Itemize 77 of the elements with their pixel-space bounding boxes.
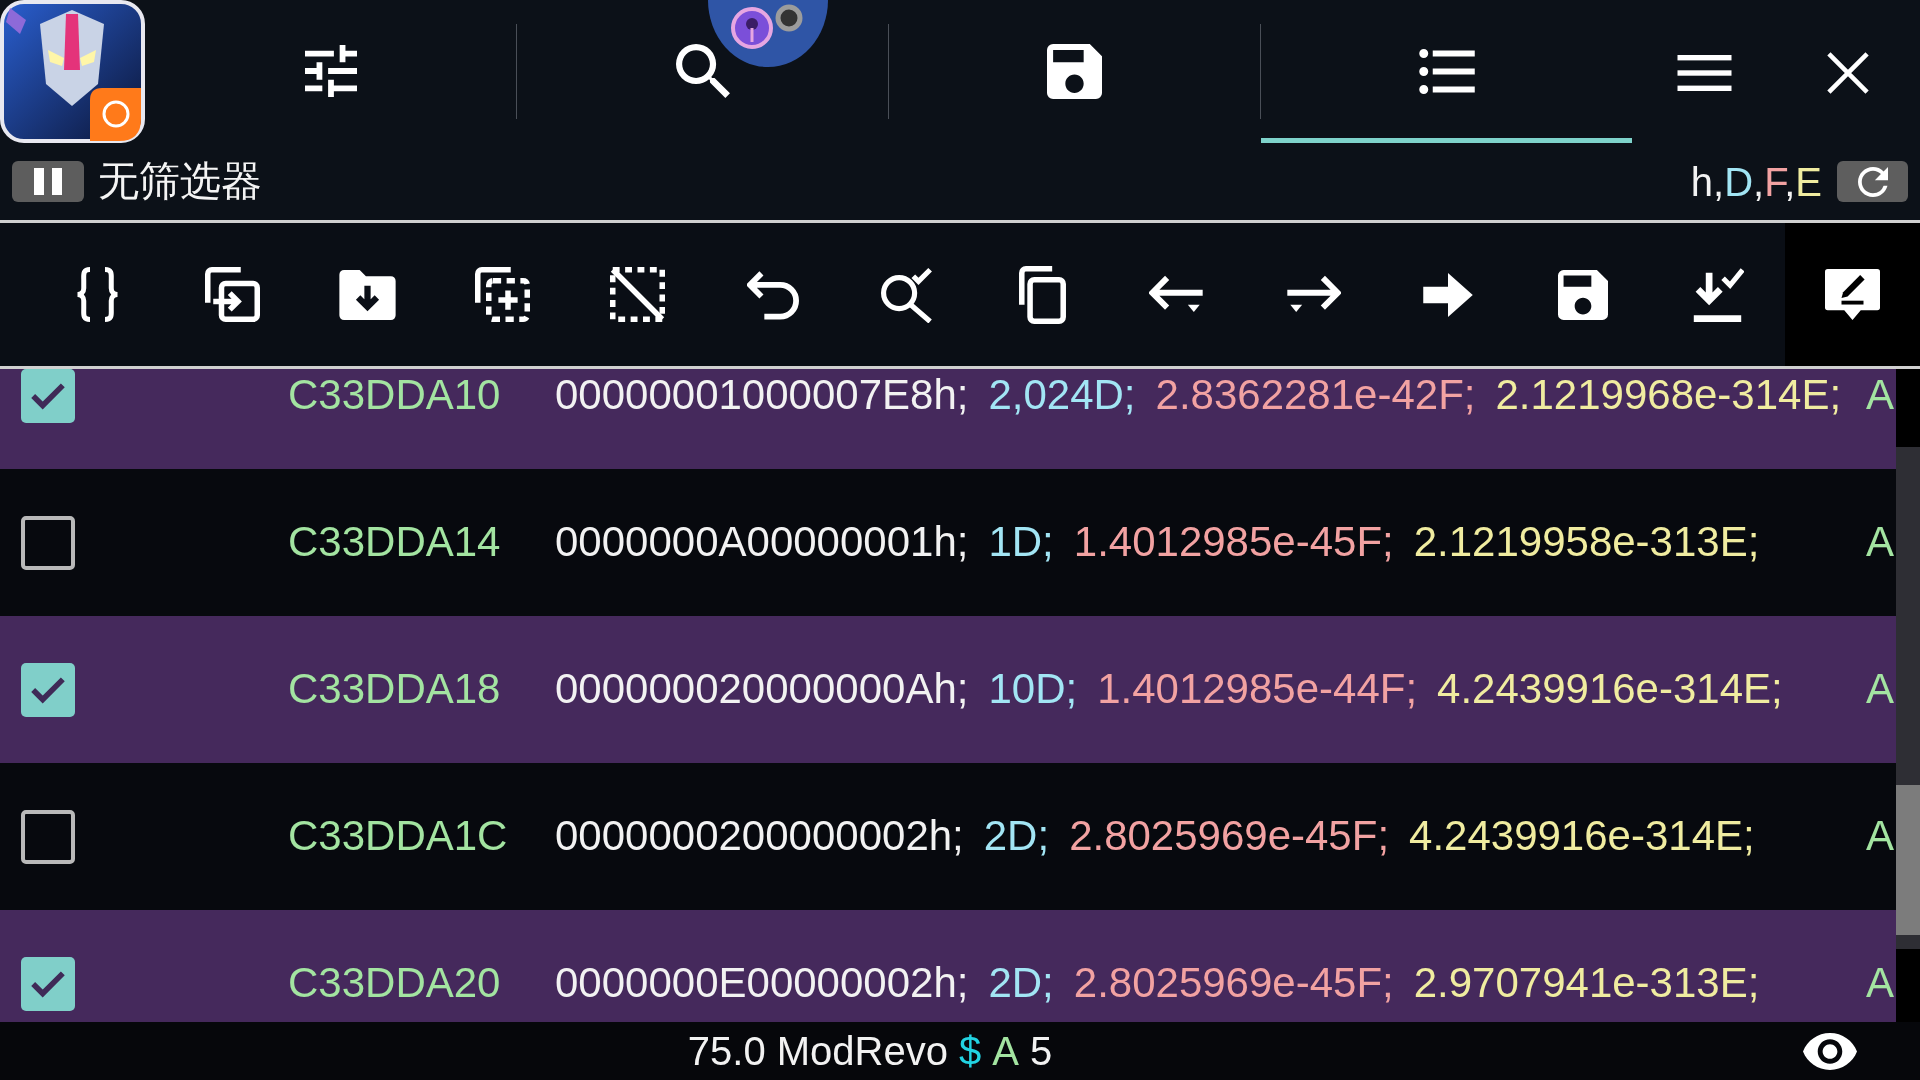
double-value: 2.1219958e-313E; <box>1413 518 1760 567</box>
undo-icon[interactable] <box>746 269 799 320</box>
hex-value: 000000020000000Ah; <box>555 665 969 714</box>
pencil-bubble-icon <box>1825 269 1880 320</box>
app-icon[interactable] <box>0 0 145 143</box>
double-value: 2.9707941e-313E; <box>1413 959 1760 1008</box>
floating-bubble-icon[interactable] <box>708 0 828 67</box>
checkbox[interactable] <box>21 369 75 423</box>
squares-arrow-icon[interactable] <box>205 267 260 322</box>
pause-button[interactable] <box>12 161 84 202</box>
dword-value: 2,024D; <box>988 371 1136 420</box>
selection-plus-icon[interactable] <box>475 267 530 322</box>
checkbox[interactable] <box>21 956 75 1011</box>
folder-download-icon[interactable] <box>339 269 396 320</box>
search-icon <box>675 44 730 98</box>
check-icon <box>30 381 66 410</box>
arrow-left-icon[interactable] <box>1149 274 1206 315</box>
type-text: A <box>1866 665 1894 714</box>
arrow-right-icon[interactable] <box>1284 274 1341 315</box>
edit-button[interactable] <box>1785 223 1920 366</box>
type-text: A <box>1866 518 1894 567</box>
result-row[interactable]: C33DDA18 000000020000000Ah; 10D; 1.4012985e-44F; 4.2439916e-314E; A <box>0 616 1896 763</box>
float-value: 1.4012985e-45F; <box>1073 518 1394 567</box>
checkbox[interactable] <box>21 809 75 864</box>
float-value: 1.4012985e-44F; <box>1097 665 1418 714</box>
type-text: A <box>1866 812 1894 861</box>
count-text: 5 <box>1029 1028 1053 1074</box>
download-check-icon[interactable] <box>1691 266 1744 323</box>
float-value: 2.8025969e-45F; <box>1069 812 1390 861</box>
checkbox[interactable] <box>21 515 75 570</box>
address-text: C33DDA20 <box>288 959 502 1008</box>
dollar-text: $ <box>959 1028 982 1074</box>
dword-value: 1D; <box>988 518 1054 567</box>
hex-value: 0000000200000002h; <box>555 812 964 861</box>
scrollbar[interactable] <box>1896 447 1920 949</box>
version-text: 75.0 ModRevo <box>687 1028 948 1074</box>
address-text: C33DDA1C <box>288 812 509 861</box>
hex-value: 00000001000007E8h; <box>555 371 969 420</box>
hex-value: 0000000E00000002h; <box>555 959 969 1008</box>
double-value: 2.1219968e-314E; <box>1495 371 1842 420</box>
hex-value: 0000000A00000001h; <box>555 518 969 567</box>
result-row[interactable]: C33DDA1C 0000000200000002h; 2D; 2.8025969e-45F; 4.2439916e-314E; A <box>0 763 1896 910</box>
checkbox[interactable] <box>21 662 75 717</box>
copy-icon[interactable] <box>1019 265 1066 324</box>
close-icon[interactable] <box>1827 51 1869 94</box>
result-row[interactable]: C33DDA14 0000000A00000001h; 1D; 1.4012985e-45F; 2.1219958e-313E; A <box>0 469 1896 616</box>
eye-icon[interactable] <box>1803 1032 1857 1070</box>
check-icon <box>30 675 66 704</box>
sliders-icon <box>303 45 358 97</box>
bold-arrow-icon[interactable] <box>1422 272 1473 317</box>
type-text: A <box>1866 371 1894 420</box>
address-text: C33DDA14 <box>288 518 502 567</box>
float-value: 2.8362281e-42F; <box>1155 371 1476 420</box>
deselect-icon[interactable] <box>610 267 665 322</box>
search-check-icon[interactable] <box>881 266 934 323</box>
type-flags[interactable]: h,D,F,E <box>1690 159 1822 204</box>
refresh-icon <box>1857 166 1888 197</box>
type-text: A <box>1866 959 1894 1008</box>
result-row[interactable]: C33DDA10 00000001000007E8h; 2,024D; 2.8362281e-42F; 2.1219968e-314E; A <box>0 369 1896 469</box>
double-value: 4.2439916e-314E; <box>1409 812 1755 861</box>
address-text: C33DDA10 <box>288 371 502 420</box>
list-icon <box>1418 48 1475 94</box>
check-icon <box>30 969 66 998</box>
result-row[interactable]: C33DDA20 0000000E00000002h; 2D; 2.8025969e-45F; 2.9707941e-313E; A <box>0 910 1896 1022</box>
address-text: C33DDA18 <box>288 665 502 714</box>
scrollbar-thumb[interactable] <box>1896 785 1920 935</box>
float-value: 2.8025969e-45F; <box>1073 959 1394 1008</box>
dword-value: 10D; <box>988 665 1078 714</box>
braces-icon[interactable] <box>75 267 120 322</box>
menu-icon[interactable] <box>1676 54 1732 91</box>
dword-value: 2D; <box>988 959 1054 1008</box>
pause-icon <box>34 168 62 195</box>
filter-label: 无筛选器 <box>98 158 262 205</box>
double-value: 4.2439916e-314E; <box>1437 665 1783 714</box>
type-text: A <box>992 1028 1019 1074</box>
refresh-button[interactable] <box>1837 161 1908 202</box>
dword-value: 2D; <box>983 812 1050 861</box>
